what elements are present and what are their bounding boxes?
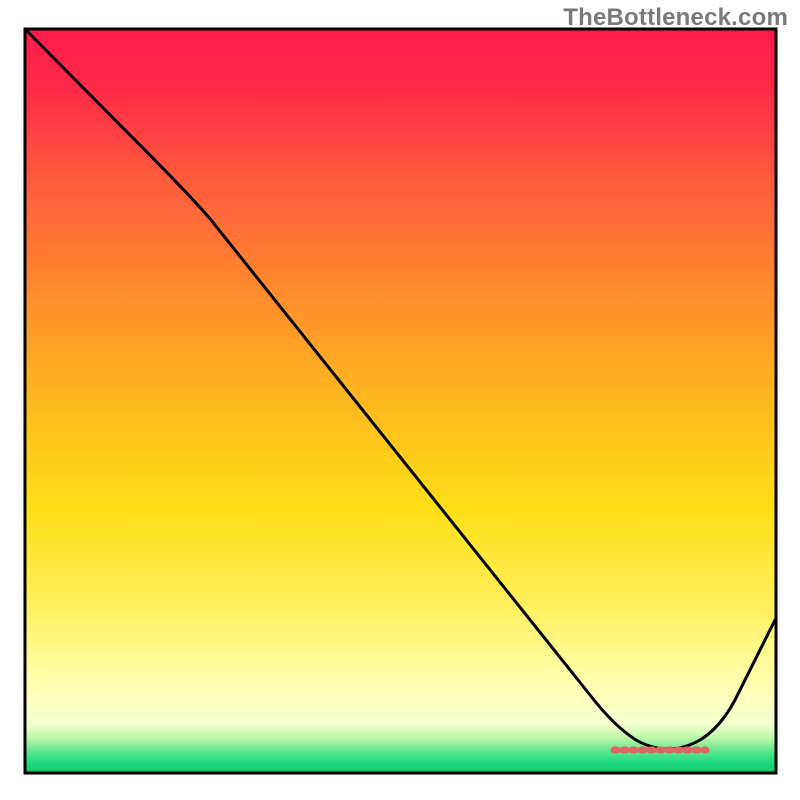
- bottleneck-chart: [0, 0, 800, 800]
- plot-area: [25, 29, 776, 773]
- chart-container: TheBottleneck.com: [0, 0, 800, 800]
